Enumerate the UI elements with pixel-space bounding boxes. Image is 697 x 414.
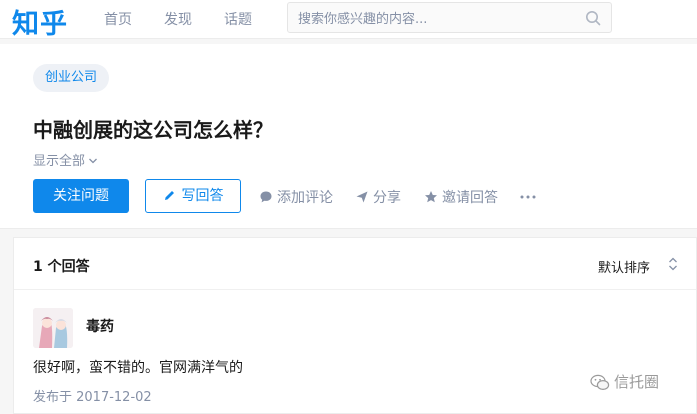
write-answer-label: 写回答: [181, 188, 224, 204]
show-all-toggle[interactable]: 显示全部: [33, 150, 98, 169]
invite-answer-label: 邀请回答: [442, 190, 498, 206]
question-title: 中融创展的这公司怎么样？: [33, 118, 273, 142]
share-icon: [356, 191, 368, 203]
chevron-down-icon: [89, 158, 97, 164]
star-icon: [425, 191, 437, 203]
anime-avatar-image: [33, 308, 73, 348]
publish-date[interactable]: 发布于 2017-12-02: [33, 386, 152, 405]
divider: [14, 289, 696, 290]
author-name[interactable]: 毒药: [86, 316, 114, 336]
question-card: 创业公司 中融创展的这公司怎么样？ 显示全部 关注问题 写回答 添加评论 分享 …: [0, 44, 697, 229]
more-icon[interactable]: [520, 194, 536, 200]
share-label: 分享: [373, 190, 401, 206]
nav-explore[interactable]: 发现: [164, 9, 192, 29]
sort-icon[interactable]: [668, 257, 678, 271]
sort-select[interactable]: 默认排序: [598, 257, 650, 276]
write-answer-button[interactable]: 写回答: [145, 179, 241, 213]
watermark-label: 信托圈: [614, 373, 660, 391]
top-nav-bar: 知乎 首页 发现 话题: [0, 0, 697, 41]
zhihu-logo[interactable]: 知乎: [12, 2, 68, 41]
search-box: [287, 2, 612, 33]
add-comment-button[interactable]: 添加评论: [259, 187, 333, 207]
answer-content: 很好啊，蛮不错的。官网满洋气的: [33, 360, 243, 376]
nav-topics[interactable]: 话题: [224, 9, 252, 29]
share-button[interactable]: 分享: [355, 187, 401, 207]
search-input[interactable]: [296, 8, 570, 30]
wechat-icon: [590, 374, 610, 391]
add-comment-label: 添加评论: [277, 190, 333, 206]
watermark: 信托圈: [590, 371, 659, 392]
nav-home[interactable]: 首页: [104, 9, 132, 29]
show-all-label: 显示全部: [33, 154, 86, 169]
avatar[interactable]: [33, 308, 73, 348]
search-icon[interactable]: [585, 10, 601, 26]
topic-tag[interactable]: 创业公司: [33, 64, 110, 92]
pencil-icon: [164, 191, 174, 200]
answer-count: 1 个回答: [33, 259, 90, 275]
follow-question-button[interactable]: 关注问题: [33, 179, 129, 213]
comment-icon: [260, 191, 272, 203]
invite-answer-button[interactable]: 邀请回答: [424, 187, 498, 207]
